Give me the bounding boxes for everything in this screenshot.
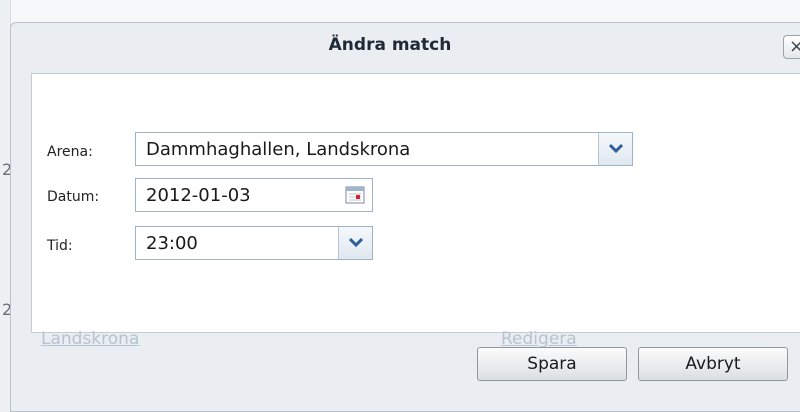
- background-link: Landskrona: [41, 329, 140, 349]
- edit-match-dialog: Ändra match × Arena: Dammhaghallen, Land…: [10, 22, 800, 412]
- tid-dropdown-button[interactable]: [338, 227, 372, 259]
- calendar-button[interactable]: [338, 179, 372, 211]
- tid-label: Tid:: [47, 238, 73, 254]
- background-edit-link: Redigera: [501, 329, 577, 349]
- arena-value: Dammhaghallen, Landskrona: [146, 139, 411, 160]
- chevron-down-icon: [609, 143, 623, 153]
- arena-select[interactable]: Dammhaghallen, Landskrona: [135, 132, 633, 166]
- page: 2 2 Ändra match × Arena: Dammhaghallen, …: [0, 0, 800, 412]
- tid-select[interactable]: 23:00: [135, 226, 373, 260]
- dialog-titlebar[interactable]: Ändra match ×: [11, 23, 800, 69]
- tid-value: 23:00: [146, 233, 198, 254]
- dialog-title: Ändra match: [328, 35, 452, 55]
- arena-label: Arena:: [47, 144, 93, 160]
- datum-label: Datum:: [47, 189, 100, 205]
- save-button[interactable]: Spara: [477, 347, 627, 381]
- datum-field[interactable]: 2012-01-03: [135, 178, 373, 212]
- chevron-down-icon: [349, 237, 363, 247]
- close-icon: ×: [788, 36, 800, 57]
- dialog-body: Arena: Dammhaghallen, Landskrona Datum: …: [31, 73, 800, 333]
- cancel-button[interactable]: Avbryt: [638, 347, 788, 381]
- arena-dropdown-button[interactable]: [598, 133, 632, 165]
- calendar-icon: [345, 186, 365, 204]
- datum-value: 2012-01-03: [146, 185, 251, 206]
- close-button[interactable]: ×: [783, 35, 800, 59]
